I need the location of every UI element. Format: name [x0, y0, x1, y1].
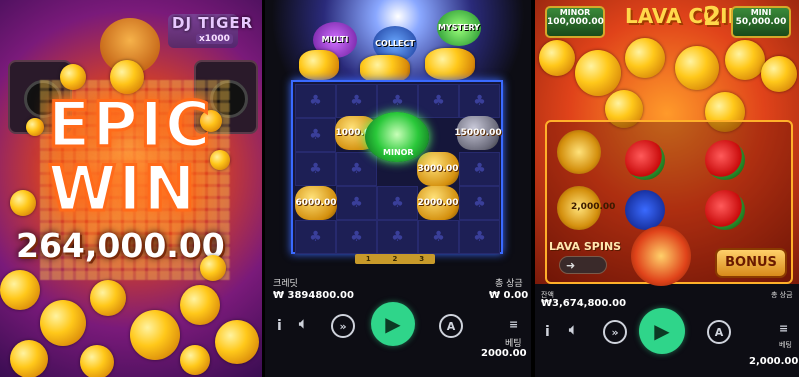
gold-coin: [10, 190, 36, 216]
gold-coin: [625, 38, 665, 78]
empty-clover-cell: ♣: [295, 220, 336, 254]
empty-clover-cell: ♣: [459, 84, 500, 118]
empty-clover-cell: ♣: [336, 220, 377, 254]
empty-clover-cell: ♣: [459, 152, 500, 186]
gold-coin: [0, 270, 40, 310]
turbo-spin-button[interactable]: »: [331, 314, 355, 338]
clover-slot-panel: MULTI COLLECT MYSTERY ♣ ♣ ♣ ♣ ♣ ♣ ♣ ♣ ♣ …: [265, 0, 531, 377]
bet-value: 2,000.00: [749, 356, 799, 367]
watermelon-symbol: [705, 140, 745, 180]
empty-clover-cell: ♣: [459, 220, 500, 254]
gold-clover-value: 2000.00: [417, 186, 459, 220]
info-button[interactable]: i: [277, 318, 282, 334]
page-number: 3: [419, 255, 425, 263]
info-button[interactable]: i: [545, 324, 550, 340]
lava-spins-label: LAVA SPINS: [549, 240, 622, 253]
gold-coin: [180, 345, 210, 375]
lava-coins-panel: MINOR 100,000.00 LAVA COINS 2 MINI 50,00…: [535, 0, 799, 377]
watermelon-symbol: [625, 140, 665, 180]
lava-spins-toggle[interactable]: ➜: [559, 256, 607, 274]
minor-jackpot-label: MINOR: [383, 148, 414, 157]
empty-clover-cell: ♣: [418, 84, 459, 118]
gold-coin: [675, 46, 719, 90]
empty-clover-cell: ♣: [295, 84, 336, 118]
gold-coin: [575, 50, 621, 96]
spin-play-button[interactable]: ▶: [639, 308, 685, 354]
gold-coin: [10, 340, 48, 377]
total-win-label: 총 상금: [495, 279, 523, 289]
empty-clover-cell: ♣: [377, 186, 418, 220]
empty-clover-cell: ♣: [295, 118, 336, 152]
game-title-number: 2: [703, 2, 722, 32]
plum-symbol: [625, 190, 665, 230]
empty-clover-cell: ♣: [336, 84, 377, 118]
minor-jackpot-value: 100,000.00: [547, 17, 604, 27]
game-logo-multiplier: x1000: [196, 34, 233, 44]
gold-coin: [215, 320, 259, 364]
gold-coin: [40, 300, 86, 346]
gold-coin: [60, 64, 86, 90]
lava-spiral-symbol: [631, 226, 691, 286]
gold-coin: [90, 280, 126, 316]
mini-jackpot-label: MINI: [750, 8, 772, 17]
empty-clover-cell: ♣: [295, 152, 336, 186]
gold-coin: [725, 40, 765, 80]
gold-coin: [130, 310, 180, 360]
mini-jackpot-value: 50,000.00: [735, 17, 787, 27]
win-amount: 264,000.00: [16, 226, 225, 265]
page-number: 2: [392, 255, 398, 263]
grey-clover-value: 15000.00: [454, 116, 502, 150]
gold-coin: [26, 118, 44, 136]
spin-play-button[interactable]: ▶: [371, 302, 415, 346]
gold-coin: [80, 345, 114, 377]
reel-grid: ♣ ♣ ♣ ♣ ♣ ♣ ♣ ♣ ♣ ♣ ♣ ♣ ♣ ♣ ♣ ♣ ♣ ♣ 1000…: [291, 80, 503, 254]
credit-label: 크레딧: [273, 279, 298, 289]
game-logo-title: DJ TIGER: [172, 14, 254, 32]
watermelon-symbol: [705, 190, 745, 230]
gold-coin: [180, 285, 220, 325]
credit-value: ₩ 3894800.00: [273, 290, 354, 301]
mystery-bonus-symbol: MYSTERY: [437, 10, 481, 46]
win-headline: WIN: [46, 151, 198, 227]
turbo-spin-button[interactable]: »: [603, 320, 627, 344]
minor-jackpot-label: MINOR: [559, 8, 591, 17]
balance-value: ₩3,674,800.00: [541, 298, 627, 309]
minor-jackpot-box: MINOR 100,000.00: [545, 6, 605, 38]
coin-pile: [299, 50, 339, 80]
gold-clover-value: 3000.00: [417, 152, 459, 186]
gold-clover-value: 6000.00: [295, 186, 337, 220]
empty-clover-cell: ♣: [336, 186, 377, 220]
epic-win-panel: DJ TIGER x1000 EPIC WIN 264,000.00: [0, 0, 262, 377]
gold-coin: [539, 40, 575, 76]
coin-stack-icon[interactable]: ≡: [779, 322, 788, 335]
bonus-buy-button[interactable]: BONUS: [715, 248, 787, 278]
reel-page-indicator: 1 2 3: [355, 254, 435, 264]
empty-clover-cell: ♣: [418, 220, 459, 254]
epic-headline: EPIC: [46, 87, 213, 163]
gold-coin: [200, 255, 226, 281]
gold-coin: [761, 56, 797, 92]
coin-value: 2,000.00: [571, 202, 616, 212]
empty-clover-cell: ♣: [377, 220, 418, 254]
coin-symbol: [557, 130, 601, 174]
mini-jackpot-box: MINI 50,000.00: [731, 6, 791, 38]
bet-value: 2000.00: [481, 348, 527, 359]
gold-coin: [210, 150, 230, 170]
empty-clover-cell: ♣: [459, 186, 500, 220]
bet-label: 베팅: [779, 341, 792, 349]
coin-pile: [425, 48, 475, 80]
empty-clover-cell: ♣: [336, 152, 377, 186]
total-win-label: 총 상금: [771, 291, 793, 299]
autoplay-button[interactable]: A: [439, 314, 463, 338]
total-win-value: ₩ 0.00: [489, 290, 529, 301]
page-number: 1: [365, 255, 371, 263]
sound-icon[interactable]: 🔈︎: [299, 316, 307, 332]
autoplay-button[interactable]: A: [707, 320, 731, 344]
coin-pile: [360, 55, 410, 83]
coin-stack-icon[interactable]: ≡: [509, 318, 518, 331]
sound-icon[interactable]: 🔈︎: [569, 322, 577, 338]
